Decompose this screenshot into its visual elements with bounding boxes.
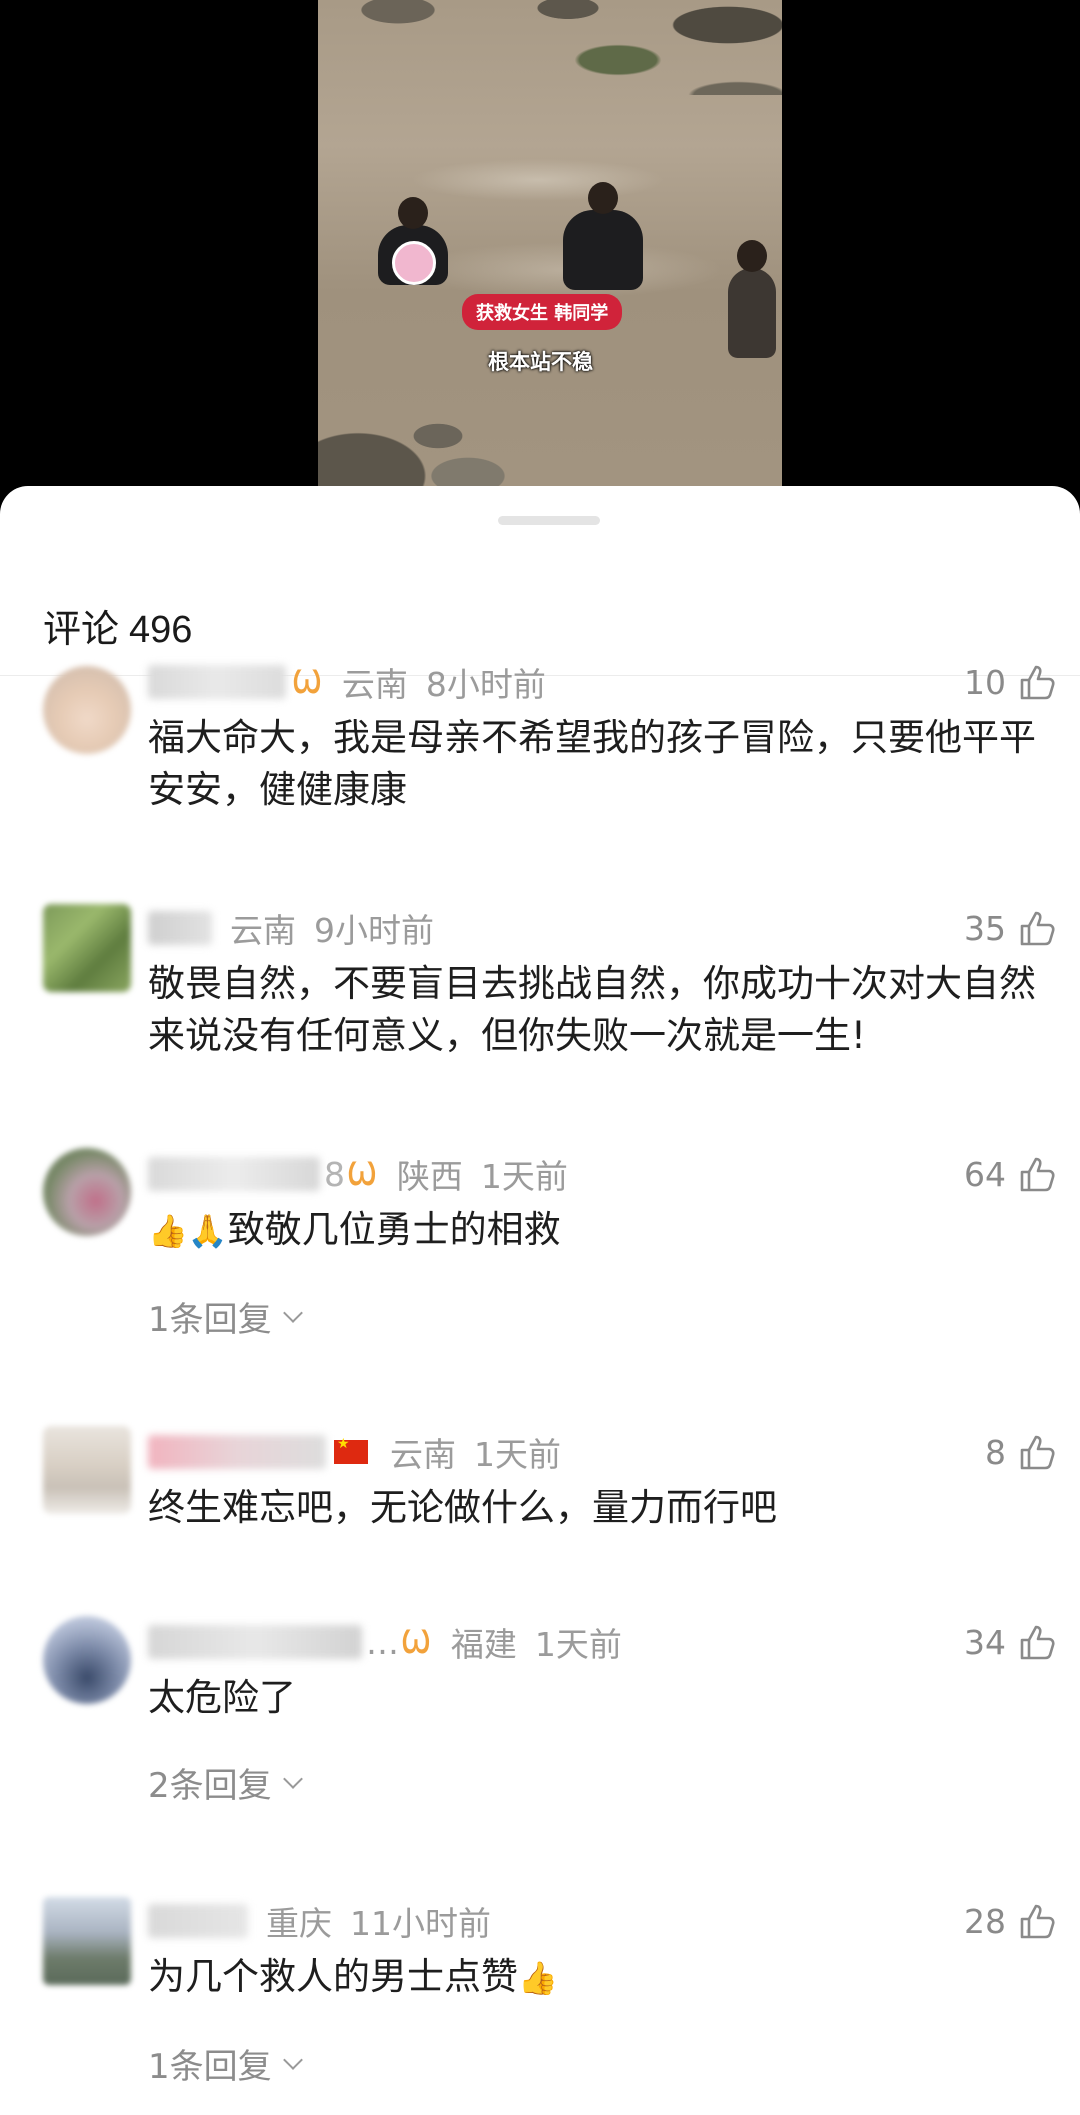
username-blurred[interactable]	[148, 1625, 362, 1659]
view-replies-button[interactable]: 1条回复	[148, 2039, 303, 2088]
thumbs-up-icon	[1020, 1904, 1055, 1939]
comments-title-label: 评论	[43, 609, 120, 651]
like-count: 64	[964, 1154, 1006, 1194]
reply-count-label: 2条回复	[148, 1766, 272, 1806]
comment-text: 敬畏自然，不要盲目去挑战自然，你成功十次对大自然来说没有任何意义，但你失败一次就…	[148, 962, 1036, 1057]
comment-region: 云南	[390, 1435, 456, 1474]
username-tail[interactable]: 8	[324, 1155, 345, 1194]
avatar[interactable]	[43, 666, 131, 754]
like-count: 35	[964, 908, 1006, 948]
butterfly-badge-icon: Ѡ	[401, 1623, 431, 1661]
comments-sheet: 评论 496 Ѡ 云南 8小时前 10 福大命大，我是母亲不希望我的孩子冒险，只要…	[0, 486, 1080, 2115]
thumbs-up-icon	[1020, 1157, 1055, 1192]
comment-meta: 重庆 11小时前	[148, 1899, 491, 1943]
comment-region: 陕西	[396, 1157, 463, 1196]
comment-meta: Ѡ 云南 8小时前	[148, 660, 546, 704]
chevron-down-icon	[282, 1302, 303, 1323]
comment-text: 为几个救人的男士点赞👍	[148, 1951, 1058, 2004]
username-blurred[interactable]	[148, 665, 286, 699]
butterfly-badge-icon: Ѡ	[292, 663, 322, 701]
comment-meta: … Ѡ 福建 1天前	[148, 1620, 622, 1664]
view-replies-button[interactable]: 1条回复	[148, 1292, 303, 1341]
comment-time: 1天前	[480, 1157, 568, 1196]
comment-region: 云南	[230, 911, 296, 950]
comment-text: 福大命大，我是母亲不希望我的孩子冒险，只要他平平安安，健健康康	[148, 716, 1036, 811]
comment-text-body: 致敬几位勇士的相救	[227, 1208, 561, 1251]
thumbs-up-pray-emoji: 👍🙏	[148, 1212, 228, 1250]
comment-time: 8小时前	[425, 665, 546, 704]
drag-handle[interactable]	[498, 516, 600, 525]
username-blurred[interactable]	[148, 1435, 326, 1469]
reply-count-label: 1条回复	[148, 2047, 272, 2087]
comment-meta: 云南 1天前	[148, 1430, 561, 1474]
like-button[interactable]: 35	[964, 906, 1058, 950]
comment-time: 1天前	[534, 1625, 622, 1664]
avatar[interactable]	[43, 1148, 131, 1236]
like-count: 10	[964, 662, 1006, 702]
comment-meta: 8 Ѡ 陕西 1天前	[148, 1152, 568, 1196]
comment-meta: 云南 9小时前	[148, 906, 434, 950]
comment-time: 11小时前	[350, 1904, 491, 1943]
username-blurred[interactable]	[148, 1157, 320, 1191]
comment-text: 终生难忘吧，无论做什么，量力而行吧	[148, 1486, 777, 1529]
like-button[interactable]: 28	[964, 1899, 1058, 1943]
view-replies-button[interactable]: 2条回复	[148, 1758, 303, 1807]
avatar[interactable]	[43, 1426, 131, 1514]
thumbs-up-icon	[1020, 665, 1055, 700]
like-count: 8	[985, 1432, 1006, 1472]
comment-region: 福建	[450, 1625, 517, 1664]
avatar[interactable]	[43, 904, 131, 992]
comment-region: 重庆	[266, 1904, 332, 1943]
comment-time: 1天前	[474, 1435, 561, 1474]
comment-text: 👍🙏致敬几位勇士的相救	[148, 1204, 1058, 1257]
thumbs-up-icon	[1020, 1625, 1055, 1660]
username-tail[interactable]: …	[366, 1623, 399, 1662]
username-blurred[interactable]	[148, 911, 212, 945]
comment-time: 9小时前	[314, 911, 434, 950]
comment-text: 太危险了	[148, 1676, 296, 1719]
rescuer-person	[563, 182, 643, 290]
username-blurred[interactable]	[148, 1904, 248, 1938]
like-button[interactable]: 34	[964, 1620, 1058, 1664]
avatar[interactable]	[43, 1897, 131, 1985]
chevron-down-icon	[282, 1768, 303, 1789]
like-button[interactable]: 10	[964, 660, 1058, 704]
like-button[interactable]: 64	[964, 1152, 1058, 1196]
thumbs-up-icon	[1020, 911, 1055, 946]
video-caption-badge: 获救女生 韩同学	[462, 294, 623, 330]
avatar[interactable]	[43, 1616, 131, 1704]
comment-region: 云南	[341, 665, 408, 704]
rocks-top	[318, 0, 782, 95]
like-button[interactable]: 8	[985, 1430, 1058, 1474]
china-flag-icon	[334, 1436, 368, 1464]
video-subtitle: 根本站不稳	[488, 349, 593, 374]
video-frame[interactable]: 获救女生 韩同学 根本站不稳	[318, 0, 782, 486]
thumbs-up-icon	[1020, 1435, 1055, 1470]
like-count: 28	[964, 1901, 1006, 1941]
like-count: 34	[964, 1622, 1006, 1662]
comment-text-body: 为几个救人的男士点赞	[148, 1955, 518, 1998]
reply-count-label: 1条回复	[148, 1300, 272, 1340]
thumbs-up-emoji: 👍	[518, 1959, 558, 1997]
rescuer-person	[728, 240, 776, 358]
chevron-down-icon	[282, 2049, 303, 2070]
video-player[interactable]: 获救女生 韩同学 根本站不稳	[0, 0, 1080, 500]
comments-count: 496	[129, 609, 193, 651]
comments-title: 评论 496	[43, 598, 192, 653]
rescued-person	[378, 197, 448, 285]
butterfly-badge-icon: Ѡ	[347, 1155, 377, 1193]
